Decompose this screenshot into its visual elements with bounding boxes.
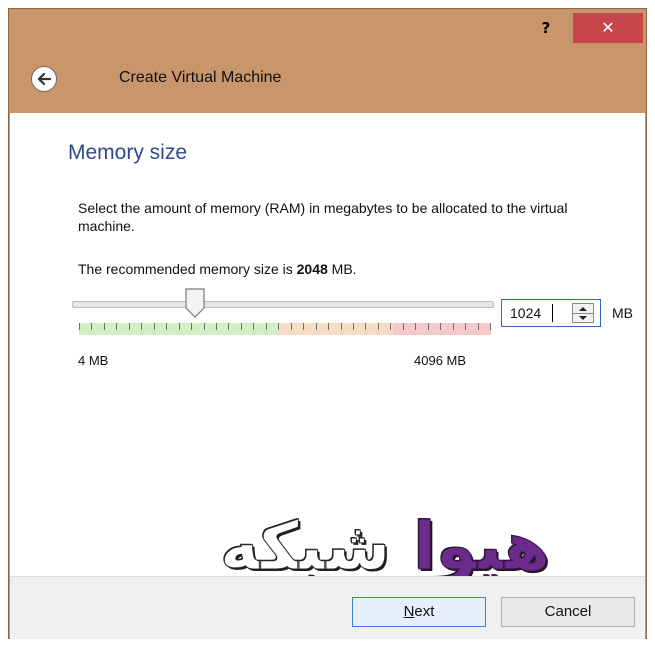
slider-tick: [253, 323, 255, 330]
wizard-content: Memory size Select the amount of memory …: [10, 113, 645, 586]
text-caret: [552, 304, 553, 322]
slider-tick: [228, 323, 230, 330]
max-memory-label: 4096 MB: [414, 353, 467, 368]
slider-tick: [141, 323, 143, 330]
slider-tick: [353, 323, 354, 330]
slider-tick: [278, 323, 280, 330]
next-mnemonic: N: [403, 603, 415, 620]
watermark-rest: شبکه: [219, 508, 414, 586]
slider-tick: [265, 323, 267, 330]
slider-tick: [340, 323, 342, 330]
wizard-footer: Next Cancel: [10, 576, 645, 639]
title-bar: ? ✕: [9, 9, 646, 47]
close-icon: ✕: [601, 18, 615, 37]
slider-tickmarks: [79, 323, 491, 335]
slider-tick: [103, 323, 105, 330]
slider-tick: [128, 323, 130, 330]
memory-value[interactable]: 1024: [510, 305, 541, 321]
watermark-logo: هیوا شبکه: [219, 508, 551, 586]
memory-unit-label: MB: [612, 305, 633, 321]
memory-slider-track[interactable]: [72, 301, 494, 308]
slider-tick: [166, 323, 168, 330]
slider-tick: [203, 323, 205, 330]
spin-up-icon[interactable]: [573, 304, 593, 313]
slider-tick: [79, 323, 80, 330]
slider-tick: [303, 323, 305, 330]
recommended-value: 2048: [296, 261, 328, 277]
slider-tick: [153, 323, 155, 330]
slider-tick: [440, 323, 442, 330]
slider-tick: [390, 323, 392, 330]
slider-tick: [191, 323, 193, 330]
slider-tick: [178, 323, 180, 330]
recommended-text: The recommended memory size is 2048 MB.: [78, 261, 357, 277]
slider-tick: [116, 323, 118, 330]
slider-tick: [490, 323, 491, 330]
slider-tick: [328, 323, 330, 330]
recommended-suffix: MB.: [327, 261, 357, 277]
memory-spinbox[interactable]: 1024: [501, 299, 601, 327]
cancel-button[interactable]: Cancel: [501, 597, 635, 627]
wizard-header: Create Virtual Machine: [9, 47, 646, 112]
slider-tick: [465, 323, 467, 330]
slider-tick: [290, 323, 292, 330]
slider-tick: [365, 323, 367, 330]
slider-tick: [91, 323, 93, 330]
slider-tick: [452, 323, 454, 330]
slider-tick: [477, 323, 479, 330]
slider-tick: [402, 323, 404, 330]
dialog-window: ? ✕ Create Virtual Machine Memory size S…: [8, 8, 647, 639]
wizard-title: Create Virtual Machine: [119, 69, 282, 86]
watermark-accent: هیوا: [413, 508, 551, 586]
page-title: Memory size: [68, 141, 188, 164]
next-button[interactable]: Next: [352, 597, 486, 627]
back-button[interactable]: [31, 66, 57, 92]
min-memory-label: 4 MB: [78, 353, 109, 368]
slider-tick: [427, 323, 429, 330]
slider-tick: [216, 323, 217, 330]
spin-buttons: [572, 303, 594, 323]
slider-tick: [315, 323, 317, 330]
next-label: ext: [414, 603, 435, 620]
spin-down-icon[interactable]: [573, 313, 593, 323]
slider-tick: [415, 323, 417, 330]
slider-tick: [240, 323, 242, 330]
slider-tick: [377, 323, 379, 330]
back-arrow-icon: [37, 72, 52, 86]
recommended-prefix: The recommended memory size is: [78, 261, 297, 277]
memory-slider-thumb[interactable]: [185, 288, 205, 318]
help-button[interactable]: ?: [529, 15, 563, 41]
close-button[interactable]: ✕: [573, 13, 643, 43]
description-text: Select the amount of memory (RAM) in meg…: [78, 200, 568, 234]
